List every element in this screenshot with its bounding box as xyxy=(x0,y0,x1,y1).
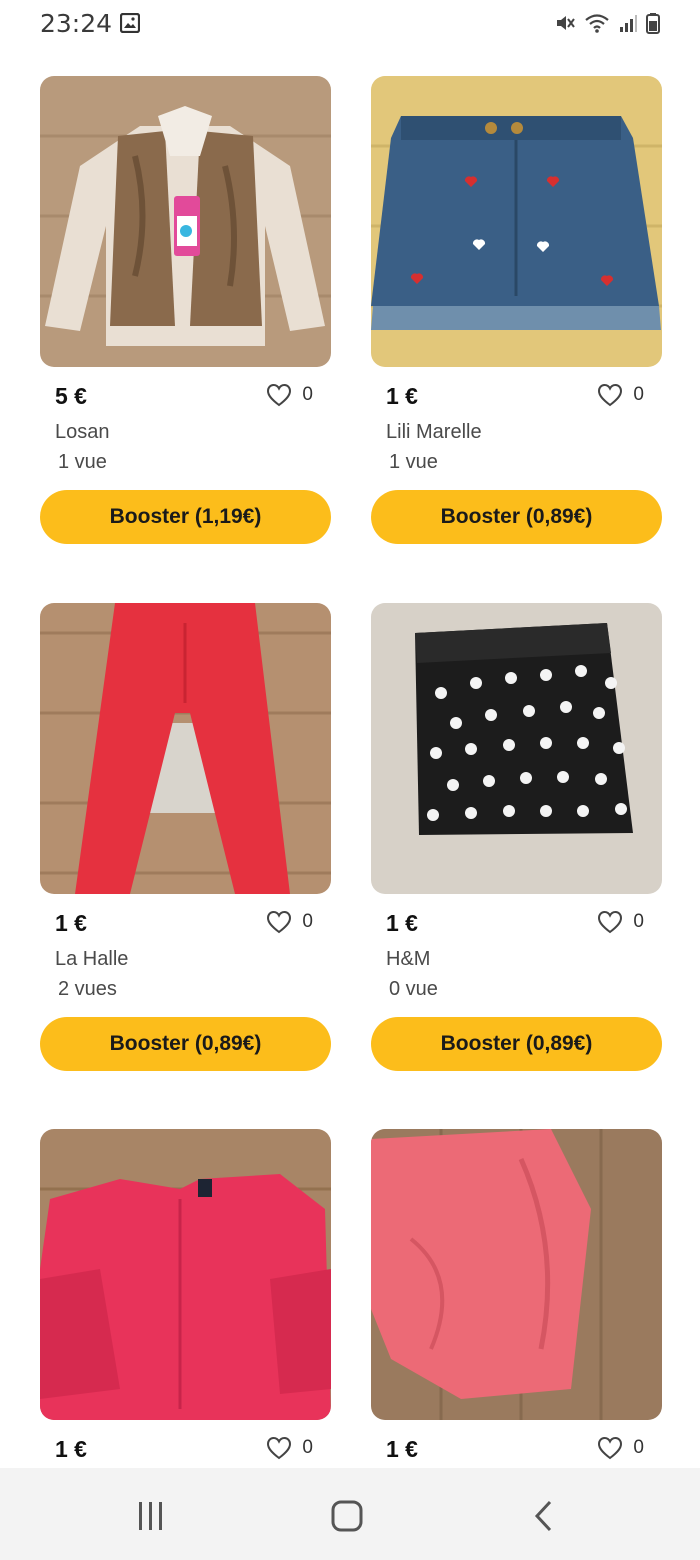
recent-apps-button[interactable] xyxy=(131,1498,171,1534)
item-price: 5 € xyxy=(55,383,87,409)
item-brand: Lili Marelle xyxy=(386,421,482,443)
price-row: 1 € 0 xyxy=(371,904,662,944)
item-card[interactable]: 1 € 0 xyxy=(371,1129,662,1470)
price-row: 1 € 0 xyxy=(371,1430,662,1470)
item-photo[interactable] xyxy=(371,76,662,367)
favourite-count: 0 xyxy=(633,911,644,932)
item-brand: H&M xyxy=(386,948,431,970)
item-views: 1 vue xyxy=(58,451,107,473)
item-photo[interactable] xyxy=(40,1129,331,1420)
price-row: 1 € 0 xyxy=(371,377,662,417)
back-button[interactable] xyxy=(524,1498,564,1534)
favourite-toggle[interactable]: 0 xyxy=(266,910,313,934)
item-photo[interactable] xyxy=(40,603,331,894)
price-row: 1 € 0 xyxy=(40,1430,331,1470)
polka-dot-skirt-photo xyxy=(371,603,662,894)
price-row: 5 € 0 xyxy=(40,377,331,417)
favourite-count: 0 xyxy=(302,1437,313,1458)
item-price: 1 € xyxy=(55,1436,87,1462)
wifi-icon xyxy=(585,14,609,33)
home-button[interactable] xyxy=(327,1498,367,1534)
item-views: 2 vues xyxy=(58,978,117,1000)
booster-button[interactable]: Booster (1,19€) xyxy=(40,490,331,544)
system-nav-bar xyxy=(0,1468,700,1560)
item-photo[interactable] xyxy=(371,1129,662,1420)
status-time: 23:24 xyxy=(40,9,113,38)
item-card[interactable]: 1 € 0 Lili Marelle 1 vue Booster (0,89€) xyxy=(371,76,662,544)
item-photo[interactable] xyxy=(371,603,662,894)
cardigan-photo xyxy=(40,76,331,367)
denim-skirt-photo xyxy=(371,76,662,367)
favourite-count: 0 xyxy=(302,911,313,932)
heart-icon xyxy=(598,1436,623,1460)
item-price: 1 € xyxy=(386,1436,418,1462)
booster-button[interactable]: Booster (0,89€) xyxy=(40,1017,331,1071)
item-card[interactable]: 1 € 0 xyxy=(40,1129,331,1470)
item-price: 1 € xyxy=(386,383,418,409)
item-views: 0 vue xyxy=(389,978,438,1000)
signal-icon xyxy=(620,15,637,32)
item-price: 1 € xyxy=(386,910,418,936)
heart-icon xyxy=(267,383,292,407)
gallery-icon xyxy=(120,13,140,33)
favourite-toggle[interactable]: 0 xyxy=(597,910,644,934)
pink-cardigan-photo xyxy=(40,1129,331,1420)
home-icon xyxy=(331,1500,363,1532)
pink-top-photo xyxy=(371,1129,662,1420)
status-bar: 23:24 xyxy=(0,0,700,48)
heart-icon xyxy=(267,1436,292,1460)
item-price: 1 € xyxy=(55,910,87,936)
heart-icon xyxy=(598,910,623,934)
item-brand: Losan xyxy=(55,421,110,443)
heart-icon xyxy=(598,383,623,407)
back-icon xyxy=(534,1500,552,1532)
heart-icon xyxy=(267,910,292,934)
item-brand: La Halle xyxy=(55,948,129,970)
item-views: 1 vue xyxy=(389,451,438,473)
recent-apps-icon xyxy=(139,1502,162,1530)
favourite-count: 0 xyxy=(633,1437,644,1458)
favourite-toggle[interactable]: 0 xyxy=(266,383,313,407)
item-card[interactable]: 1 € 0 La Halle 2 vues Booster (0,89€) xyxy=(40,603,331,1071)
favourite-count: 0 xyxy=(633,384,644,405)
price-row: 1 € 0 xyxy=(40,904,331,944)
mute-icon xyxy=(557,16,575,30)
booster-button[interactable]: Booster (0,89€) xyxy=(371,490,662,544)
item-photo[interactable] xyxy=(40,76,331,367)
status-icons xyxy=(554,12,660,34)
favourite-toggle[interactable]: 0 xyxy=(266,1436,313,1460)
item-card[interactable]: 1 € 0 H&M 0 vue Booster (0,89€) xyxy=(371,603,662,1071)
item-card[interactable]: 5 € 0 Losan 1 vue Booster (1,19€) xyxy=(40,76,331,544)
battery-icon xyxy=(646,13,660,34)
booster-button[interactable]: Booster (0,89€) xyxy=(371,1017,662,1071)
leggings-photo xyxy=(40,603,331,894)
favourite-toggle[interactable]: 0 xyxy=(597,1436,644,1460)
favourite-toggle[interactable]: 0 xyxy=(597,383,644,407)
favourite-count: 0 xyxy=(302,384,313,405)
